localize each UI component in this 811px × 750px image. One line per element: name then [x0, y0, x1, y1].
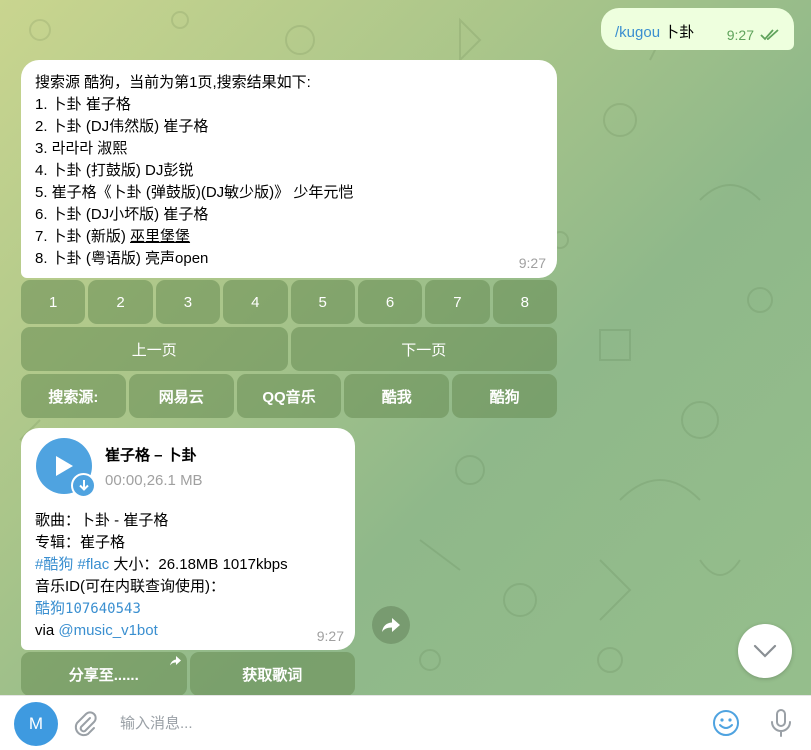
outgoing-query: 卜卦: [660, 24, 695, 41]
emoji-icon[interactable]: [711, 708, 741, 738]
chat-area: /kugou 卜卦 9:27 搜索源 酷狗，当前为第1页,搜索结果如下: 1. …: [0, 0, 811, 695]
outgoing-message: /kugou 卜卦 9:27: [601, 8, 794, 50]
double-check-icon: [760, 29, 779, 41]
audio-time: 9:27: [316, 628, 344, 644]
get-lyrics-button[interactable]: 获取歌词: [189, 652, 355, 695]
audio-id-label: 音乐ID(可在内联查询使用)：: [35, 578, 225, 595]
result-line-7: 7. 卜卦 (新版) 巫里堡堡: [35, 228, 191, 245]
audio-size: 大小：26.18MB 1017kbps: [109, 556, 288, 573]
result-line-2: 2. 卜卦 (DJ伟然版) 崔子格: [35, 118, 209, 135]
result-line-6: 6. 卜卦 (DJ小坏版) 崔子格: [35, 206, 209, 223]
share-arrow-icon: [169, 656, 181, 666]
result-button-6[interactable]: 6: [357, 280, 423, 324]
message-composer: M: [0, 695, 811, 750]
paperclip-icon[interactable]: [72, 710, 98, 738]
download-button[interactable]: [71, 473, 96, 498]
microphone-icon[interactable]: [768, 708, 794, 738]
chevron-down-icon: [753, 644, 777, 658]
result-line-7-artist: 巫里堡堡: [130, 228, 191, 245]
results-header: 搜索源 酷狗，当前为第1页,搜索结果如下:: [35, 74, 311, 91]
result-line-3: 3. 라라라 淑熙: [35, 140, 128, 157]
result-number-row: 1 2 3 4 5 6 7 8: [21, 280, 557, 324]
result-button-7[interactable]: 7: [425, 280, 490, 324]
command-link[interactable]: /kugou: [615, 24, 660, 41]
result-button-2[interactable]: 2: [88, 280, 153, 324]
audio-song: 歌曲：卜卦 - 崔子格: [35, 512, 169, 529]
search-results-message: 搜索源 酷狗，当前为第1页,搜索结果如下: 1. 卜卦 崔子格 2. 卜卦 (D…: [21, 60, 557, 278]
play-icon: [56, 456, 73, 476]
download-icon: [78, 480, 89, 491]
source-label-button[interactable]: 搜索源:: [21, 374, 126, 418]
result-button-4[interactable]: 4: [223, 280, 288, 324]
audio-id-prefix: 酷狗: [35, 600, 66, 617]
audio-album: 专辑：崔子格: [35, 534, 126, 551]
forward-icon: [382, 618, 400, 632]
result-line-8: 8. 卜卦 (粤语版) 亮声open: [35, 250, 209, 267]
audio-message: 崔子格 – 卜卦 00:00,26.1 MB 歌曲：卜卦 - 崔子格 专辑：崔子…: [21, 428, 355, 650]
bot-link[interactable]: @music_v1bot: [58, 622, 157, 639]
result-line-4: 4. 卜卦 (打鼓版) DJ彭锐: [35, 162, 194, 179]
share-label: 分享至......: [68, 666, 139, 684]
pagination-row: 上一页 下一页: [21, 327, 557, 371]
via-label: via: [35, 622, 59, 639]
share-button[interactable]: 分享至......: [21, 652, 187, 695]
source-kuwo-button[interactable]: 酷我: [344, 374, 450, 418]
results-time: 9:27: [518, 255, 546, 271]
forward-button[interactable]: [372, 606, 410, 644]
message-input[interactable]: [120, 708, 680, 738]
result-line-1: 1. 卜卦 崔子格: [35, 96, 131, 113]
audio-id-value[interactable]: 107640543: [65, 601, 141, 617]
hashtag-flac[interactable]: #flac: [78, 556, 110, 573]
avatar[interactable]: M: [14, 702, 58, 746]
result-button-1[interactable]: 1: [21, 280, 86, 324]
source-row: 搜索源: 网易云 QQ音乐 酷我 酷狗: [21, 374, 557, 418]
source-netease-button[interactable]: 网易云: [128, 374, 234, 418]
result-line-5: 5. 崔子格《卜卦 (弹鼓版)(DJ敏少版)》 少年元恺: [35, 184, 354, 201]
audio-actions-row: 分享至...... 获取歌词: [21, 652, 355, 695]
scroll-down-button[interactable]: [738, 624, 792, 678]
result-button-3[interactable]: 3: [155, 280, 221, 324]
next-page-button[interactable]: 下一页: [290, 327, 557, 371]
result-button-8[interactable]: 8: [492, 280, 557, 324]
result-button-5[interactable]: 5: [290, 280, 355, 324]
source-qq-button[interactable]: QQ音乐: [236, 374, 342, 418]
prev-page-button[interactable]: 上一页: [21, 327, 288, 371]
audio-title: 崔子格 – 卜卦: [105, 447, 197, 464]
audio-meta: 00:00,26.1 MB: [105, 472, 203, 489]
source-kugou-button[interactable]: 酷狗: [452, 374, 557, 418]
outgoing-time: 9:27: [726, 27, 754, 43]
hashtag-kugou[interactable]: #酷狗: [35, 556, 73, 573]
